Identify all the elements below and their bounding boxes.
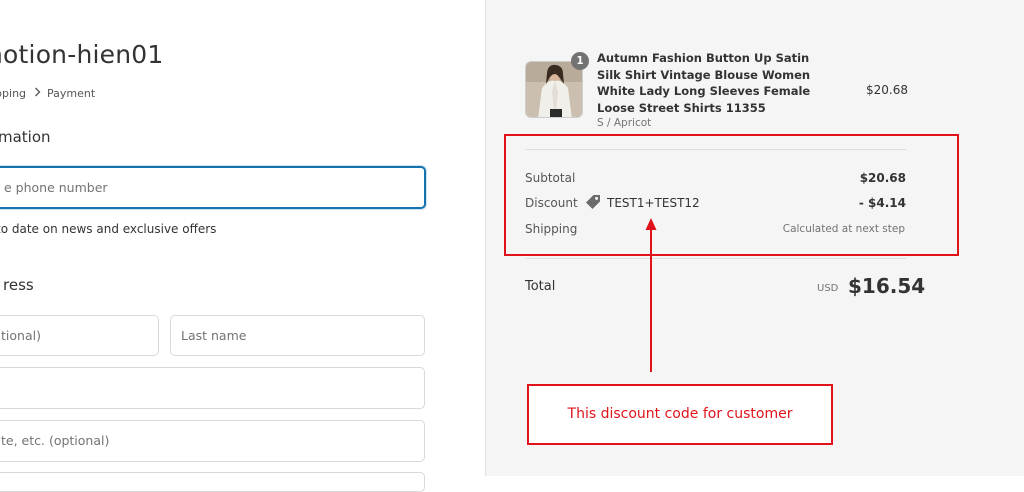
annotation-note: This discount code for customer bbox=[527, 384, 833, 445]
annotation-arrow bbox=[645, 218, 657, 372]
